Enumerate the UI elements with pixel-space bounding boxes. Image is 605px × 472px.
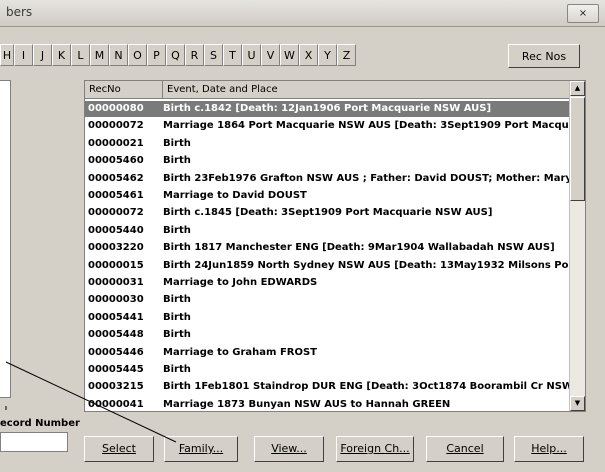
event-cell: Birth xyxy=(163,155,191,167)
event-cell: Marriage 1873 Bunyan NSW AUS to Hannah G… xyxy=(163,398,451,410)
record-number-input[interactable] xyxy=(0,432,68,452)
recno-cell: 00000031 xyxy=(88,277,144,288)
recno-cell: 00005445 xyxy=(88,364,144,375)
table-row[interactable]: 00005446 Marriage to Graham FROST xyxy=(85,345,571,361)
letter-button-q[interactable]: Q xyxy=(166,44,185,66)
scroll-thumb[interactable] xyxy=(570,97,585,201)
recno-cell: 00000030 xyxy=(88,294,144,306)
cancel-button[interactable]: Cancel xyxy=(426,436,504,462)
event-cell: Birth xyxy=(163,224,191,236)
table-row[interactable]: 00005440 Birth xyxy=(85,223,571,239)
letter-button-k[interactable]: K xyxy=(52,44,71,66)
table-row[interactable]: 00000080 Birth c.1842 [Death: 12Jan1906 P… xyxy=(85,101,571,117)
records-list[interactable]: RecNo Event, Date and Place 00000080 Birt… xyxy=(84,80,586,412)
table-row[interactable]: 00003220 Birth 1817 Manchester ENG [Death… xyxy=(85,240,571,256)
window-title: bers xyxy=(6,5,33,19)
column-header-recno[interactable]: RecNo xyxy=(85,81,163,99)
recno-cell: 00005461 xyxy=(88,190,144,201)
recno-cell: 00005441 xyxy=(88,311,144,323)
letter-button-z[interactable]: Z xyxy=(337,44,356,66)
table-row[interactable]: 00005448 Birth xyxy=(85,327,571,343)
recno-cell: 00000021 xyxy=(88,137,144,149)
vertical-scrollbar[interactable]: ▲ ▼ xyxy=(569,81,585,411)
event-cell: Birth xyxy=(163,311,191,323)
letter-button-j[interactable]: J xyxy=(33,44,52,66)
title-bar: bers × xyxy=(0,0,605,27)
table-row[interactable]: 00000031 Marriage to John EDWARDS xyxy=(85,275,571,291)
recno-cell: 00003220 xyxy=(88,242,144,254)
letter-button-l[interactable]: L xyxy=(71,44,90,66)
letter-button-w[interactable]: W xyxy=(280,44,299,66)
table-row[interactable]: 00000021 Birth xyxy=(85,136,571,152)
event-cell: Birth 1Feb1801 Staindrop DUR ENG [Death:… xyxy=(163,381,569,393)
event-cell: Birth xyxy=(163,364,191,375)
record-numbers-dialog: bers × HIJKLMNOPQRSTUVWXYZ Rec Nos RecNo… xyxy=(0,0,605,472)
family-button[interactable]: Family... xyxy=(164,436,238,462)
event-cell: Marriage to Graham FROST xyxy=(163,346,318,358)
letter-button-h[interactable]: H xyxy=(0,44,14,66)
letter-button-s[interactable]: S xyxy=(204,44,223,66)
event-cell: Marriage 1864 Port Macquarie NSW AUS [De… xyxy=(163,120,569,132)
table-row[interactable]: 00000015 Birth 24Jun1859 North Sydney NSW… xyxy=(85,258,571,274)
table-row[interactable]: 00000072 Birth c.1845 [Death: 3Sept1909 P… xyxy=(85,205,571,221)
table-row[interactable]: 00005461 Marriage to David DOUST xyxy=(85,188,571,204)
event-cell: Birth xyxy=(163,329,191,341)
table-row[interactable]: 00000030 Birth xyxy=(85,292,571,308)
recno-cell: 00005440 xyxy=(88,224,144,236)
table-row[interactable]: 00005460 Birth xyxy=(85,153,571,169)
column-header-event[interactable]: Event, Date and Place xyxy=(163,81,571,99)
letter-button-p[interactable]: P xyxy=(147,44,166,66)
recno-cell: 00005460 xyxy=(88,155,144,167)
event-cell: Birth xyxy=(163,294,191,306)
table-row[interactable]: 00005445 Birth xyxy=(85,362,571,378)
event-cell: Birth 24Jun1859 North Sydney NSW AUS [De… xyxy=(163,259,569,271)
letter-button-r[interactable]: R xyxy=(185,44,204,66)
recno-cell: 00000072 xyxy=(88,207,144,219)
table-row[interactable]: 00000041 Marriage 1873 Bunyan NSW AUS to … xyxy=(85,397,571,411)
recno-cell: 00000041 xyxy=(88,398,144,410)
letter-button-x[interactable]: X xyxy=(299,44,318,66)
recno-cell: 00000072 xyxy=(88,120,144,132)
letter-button-t[interactable]: T xyxy=(223,44,242,66)
recno-cell: 00005446 xyxy=(88,346,144,358)
table-row[interactable]: 00003215 Birth 1Feb1801 Staindrop DUR ENG… xyxy=(85,379,571,395)
event-cell: Birth c.1842 [Death: 12Jan1906 Port Macq… xyxy=(163,103,492,114)
event-cell: Marriage to John EDWARDS xyxy=(163,277,318,288)
letter-button-m[interactable]: M xyxy=(90,44,109,66)
letter-button-n[interactable]: N xyxy=(109,44,128,66)
recno-cell: 00005462 xyxy=(88,172,144,184)
table-row[interactable]: 00005441 Birth xyxy=(85,310,571,326)
event-cell: Birth c.1845 [Death: 3Sept1909 Port Macq… xyxy=(163,207,493,219)
left-list-pane[interactable] xyxy=(0,80,11,398)
help-button[interactable]: Help... xyxy=(514,436,584,462)
foreign-children-button[interactable]: Foreign Ch... xyxy=(336,436,414,462)
letter-button-o[interactable]: O xyxy=(128,44,147,66)
table-row[interactable]: 00000072 Marriage 1864 Port Macquarie NSW… xyxy=(85,118,571,134)
select-button[interactable]: Select xyxy=(84,436,154,462)
scroll-up-button[interactable]: ▲ xyxy=(570,81,585,96)
view-button[interactable]: View... xyxy=(254,436,324,462)
rec-nos-button[interactable]: Rec Nos xyxy=(508,44,580,68)
scroll-down-button[interactable]: ▼ xyxy=(570,396,585,411)
event-cell: Birth 23Feb1976 Grafton NSW AUS ; Father… xyxy=(163,172,569,184)
recno-cell: 00005448 xyxy=(88,329,144,341)
letter-button-v[interactable]: V xyxy=(261,44,280,66)
event-cell: Marriage to David DOUST xyxy=(163,190,307,201)
record-number-label: ecord Number xyxy=(0,418,80,429)
recno-cell: 00000015 xyxy=(88,259,144,271)
close-button[interactable]: × xyxy=(567,4,599,23)
recno-cell: 00000080 xyxy=(88,103,144,114)
recno-cell: 00003215 xyxy=(88,381,144,393)
letter-button-i[interactable]: I xyxy=(14,44,33,66)
letter-button-y[interactable]: Y xyxy=(318,44,337,66)
event-cell: Birth 1817 Manchester ENG [Death: 9Mar19… xyxy=(163,242,555,254)
letter-button-u[interactable]: U xyxy=(242,44,261,66)
event-cell: Birth xyxy=(163,137,191,149)
letter-index-bar: HIJKLMNOPQRSTUVWXYZ xyxy=(0,44,356,68)
table-row[interactable]: 00005462 Birth 23Feb1976 Grafton NSW AUS … xyxy=(85,171,571,187)
